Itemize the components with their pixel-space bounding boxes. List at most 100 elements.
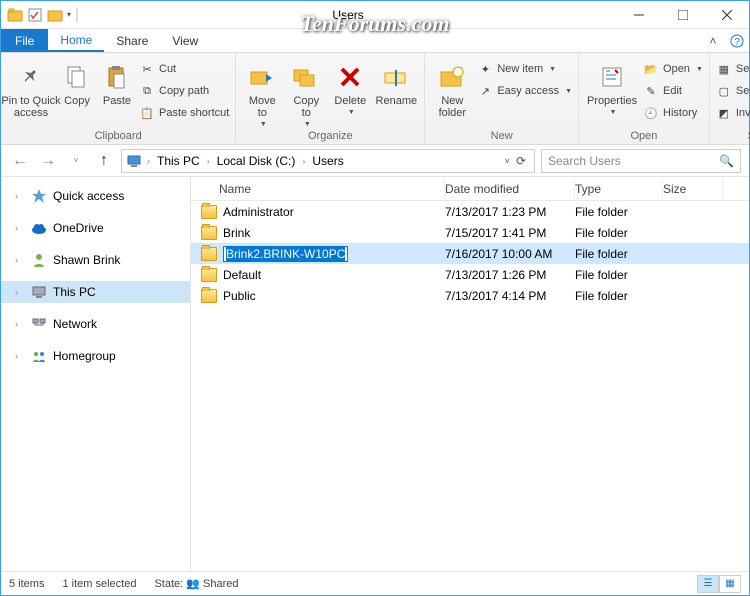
chevron-right-icon[interactable]: ›: [15, 255, 25, 265]
app-icon: [7, 7, 23, 23]
help-icon[interactable]: ?: [725, 29, 749, 52]
maximize-button[interactable]: [661, 1, 705, 29]
edit-button[interactable]: ✎Edit: [643, 81, 703, 101]
select-all-icon: ▦: [716, 61, 732, 77]
col-name[interactable]: Name: [191, 177, 445, 200]
column-headers[interactable]: Name Date modified Type Size: [191, 177, 749, 201]
group-new: New folder ✦New item▼ ↗Easy access▼ New: [425, 53, 579, 144]
collapse-ribbon-icon[interactable]: ˄: [701, 29, 725, 52]
back-button[interactable]: ←: [9, 150, 31, 172]
easy-access-button[interactable]: ↗Easy access▼: [477, 81, 572, 101]
select-all-button[interactable]: ▦Select all: [716, 59, 750, 79]
table-row[interactable]: Brink 7/15/2017 1:41 PM File folder: [191, 222, 749, 243]
details-view-button[interactable]: ☰: [697, 575, 719, 593]
address-dropdown-icon[interactable]: ˅: [505, 156, 510, 166]
rename-input[interactable]: Brink2.BRINK-W10PC: [223, 246, 348, 262]
cut-button[interactable]: ✂Cut: [139, 59, 229, 79]
col-type[interactable]: Type: [575, 177, 663, 200]
paste-shortcut-button[interactable]: 📋Paste shortcut: [139, 103, 229, 123]
paste-shortcut-icon: 📋: [139, 105, 155, 121]
copy-path-button[interactable]: ⧉Copy path: [139, 81, 229, 101]
folder-icon: [201, 226, 217, 240]
recent-dropdown[interactable]: ˅: [65, 150, 87, 172]
move-to-button[interactable]: Move to▼: [242, 57, 282, 128]
title-bar: ▾ | Users: [1, 1, 749, 29]
chevron-right-icon[interactable]: ›: [15, 319, 25, 329]
file-menu[interactable]: File: [1, 29, 48, 52]
user-icon: [31, 252, 47, 268]
col-size[interactable]: Size: [663, 177, 723, 200]
qat-folder-icon[interactable]: [47, 7, 63, 23]
pin-icon: [15, 61, 47, 93]
open-button[interactable]: 📂Open▼: [643, 59, 703, 79]
close-button[interactable]: [705, 1, 749, 29]
sidebar-item-onedrive[interactable]: ›OneDrive: [1, 217, 190, 239]
sidebar-item-homegroup[interactable]: ›Homegroup: [1, 345, 190, 367]
sidebar-item-quick-access[interactable]: ›Quick access: [1, 185, 190, 207]
copy-to-button[interactable]: Copy to▼: [286, 57, 326, 128]
edit-icon: ✎: [643, 83, 659, 99]
crumb-local-disk[interactable]: Local Disk (C:): [215, 154, 298, 168]
file-date: 7/16/2017 10:00 AM: [445, 247, 575, 261]
file-type: File folder: [575, 205, 663, 219]
group-organize: Move to▼ Copy to▼ Delete▼ Rename Organiz…: [236, 53, 425, 144]
table-row[interactable]: Administrator 7/13/2017 1:23 PM File fol…: [191, 201, 749, 222]
pin-quick-access-button[interactable]: Pin to Quick access: [7, 57, 55, 119]
file-type: File folder: [575, 268, 663, 282]
copy-to-icon: [290, 61, 322, 93]
table-row[interactable]: Default 7/13/2017 1:26 PM File folder: [191, 264, 749, 285]
minimize-button[interactable]: [617, 1, 661, 29]
crumb-users[interactable]: Users: [310, 154, 345, 168]
file-type: File folder: [575, 247, 663, 261]
invert-selection-icon: ◩: [716, 105, 732, 121]
icons-view-button[interactable]: ▦: [719, 575, 741, 593]
pc-icon: [126, 153, 142, 169]
sidebar-item-this-pc[interactable]: ›This PC: [1, 281, 190, 303]
properties-button[interactable]: Properties▼: [585, 57, 639, 116]
select-none-button[interactable]: ▢Select none: [716, 81, 750, 101]
sidebar-item-label: Network: [53, 317, 97, 331]
file-list[interactable]: Name Date modified Type Size Administrat…: [191, 177, 749, 571]
cloud-icon: [31, 220, 47, 236]
file-name: Administrator: [223, 205, 294, 219]
rename-button[interactable]: Rename: [374, 57, 418, 107]
chevron-right-icon[interactable]: ›: [15, 287, 25, 297]
qat-checkbox-icon[interactable]: [27, 7, 43, 23]
crumb-this-pc[interactable]: This PC: [155, 154, 202, 168]
file-date: 7/13/2017 4:14 PM: [445, 289, 575, 303]
search-input[interactable]: Search Users 🔍: [541, 149, 741, 173]
paste-button[interactable]: Paste: [99, 57, 135, 107]
tab-home[interactable]: Home: [48, 29, 104, 52]
copy-button[interactable]: Copy: [59, 57, 95, 107]
folder-icon: [201, 247, 217, 261]
up-button[interactable]: ↑: [93, 150, 115, 172]
sidebar-item-shawn-brink[interactable]: ›Shawn Brink: [1, 249, 190, 271]
invert-selection-button[interactable]: ◩Invert selection: [716, 103, 750, 123]
table-row[interactable]: Brink2.BRINK-W10PC 7/16/2017 10:00 AM Fi…: [191, 243, 749, 264]
chevron-right-icon[interactable]: ›: [15, 351, 25, 361]
history-button[interactable]: 🕘History: [643, 103, 703, 123]
chevron-right-icon[interactable]: ›: [15, 223, 25, 233]
refresh-icon[interactable]: ⟳: [516, 154, 526, 168]
homegroup-icon: [31, 348, 47, 364]
tab-view[interactable]: View: [160, 29, 210, 52]
delete-icon: [334, 61, 366, 93]
forward-button[interactable]: →: [37, 150, 59, 172]
history-icon: 🕘: [643, 105, 659, 121]
tab-share[interactable]: Share: [104, 29, 160, 52]
select-none-icon: ▢: [716, 83, 732, 99]
file-date: 7/13/2017 1:26 PM: [445, 268, 575, 282]
sidebar-item-network[interactable]: › Network: [1, 313, 190, 335]
window-title: Users: [79, 8, 617, 22]
ribbon: Pin to Quick access Copy Paste ✂Cut ⧉Cop…: [1, 53, 749, 145]
file-name: Default: [223, 268, 261, 282]
new-item-button[interactable]: ✦New item▼: [477, 59, 572, 79]
qat-dropdown-icon[interactable]: ▾: [67, 10, 71, 19]
chevron-right-icon[interactable]: ›: [15, 191, 25, 201]
table-row[interactable]: Public 7/13/2017 4:14 PM File folder: [191, 285, 749, 306]
group-clipboard: Pin to Quick access Copy Paste ✂Cut ⧉Cop…: [1, 53, 236, 144]
breadcrumb[interactable]: › This PC › Local Disk (C:) › Users ˅ ⟳: [121, 149, 535, 173]
new-folder-button[interactable]: New folder: [431, 57, 473, 119]
col-date[interactable]: Date modified: [445, 177, 575, 200]
delete-button[interactable]: Delete▼: [330, 57, 370, 116]
